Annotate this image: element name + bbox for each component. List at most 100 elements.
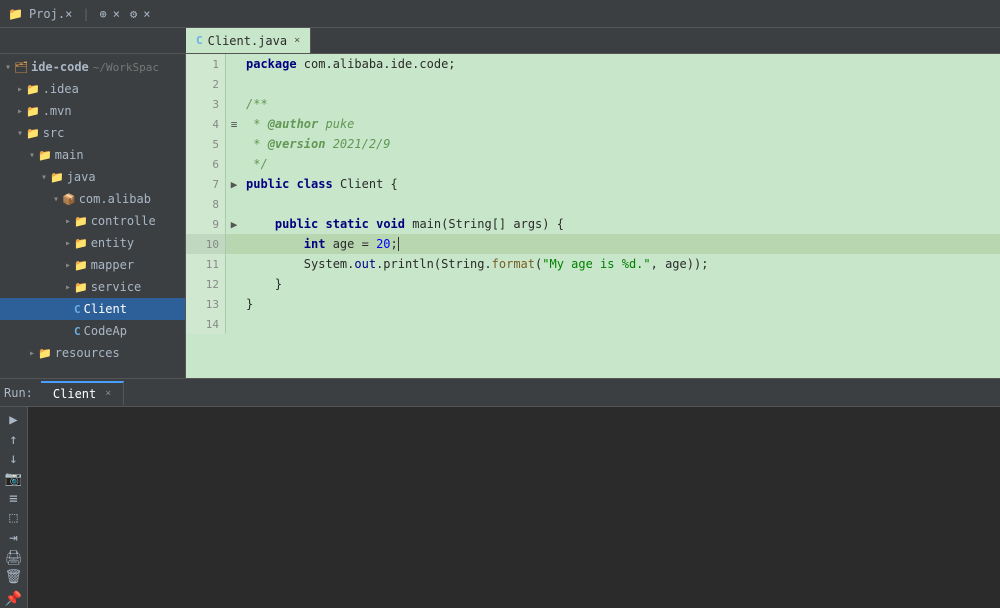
run-btn[interactable]: ▶ xyxy=(2,411,26,429)
bottom-row: ▶ ↑ ↓ 📷 ≡ ⬚ ⇥ 🖨 🗑 📌 xyxy=(0,407,1000,608)
code-line-3: 3 /** xyxy=(186,94,1000,114)
trash-btn[interactable]: 🗑 xyxy=(2,569,26,587)
tree-item-client[interactable]: C Client xyxy=(0,298,185,320)
tree-item-codeapp[interactable]: C CodeAp xyxy=(0,320,185,342)
folder-icon-idea: 📁 xyxy=(26,83,40,96)
tab-client-java[interactable]: C Client.java × xyxy=(186,28,311,53)
pin-btn[interactable]: 📌 xyxy=(2,590,26,608)
line-arrow-12 xyxy=(226,274,242,294)
code-line-13: 13 } xyxy=(186,294,1000,314)
line-arrow-2 xyxy=(226,74,242,94)
code-line-9: 9 ▶ public static void main(String[] arg… xyxy=(186,214,1000,234)
line-arrow-1 xyxy=(226,54,242,74)
folder-icon-main: 📁 xyxy=(38,149,52,162)
arrow-entity: ▸ xyxy=(62,238,74,249)
line-arrow-9[interactable]: ▶ xyxy=(226,214,242,234)
class-icon-client: C xyxy=(74,303,81,316)
line-content-1: package com.alibaba.ide.code; xyxy=(242,54,456,74)
top-bar: 📁 Proj.× | ⊕ × ⚙ × xyxy=(0,0,1000,28)
bottom-tab-client[interactable]: Client × xyxy=(41,381,124,405)
tree-item-idea[interactable]: ▸ 📁 .idea xyxy=(0,78,185,100)
top-x-btn[interactable]: × xyxy=(113,7,120,21)
line-arrow-3 xyxy=(226,94,242,114)
folder-icon-mapper: 📁 xyxy=(74,259,88,272)
tree-item-ide-code[interactable]: ▾ 🗂 ide-code ~/WorkSpac xyxy=(0,56,185,78)
code-line-7: 7 ▶ public class Client { xyxy=(186,174,1000,194)
line-content-2 xyxy=(242,74,246,94)
line-arrow-7[interactable]: ▶ xyxy=(226,174,242,194)
line-content-12: } xyxy=(242,274,282,294)
tree-item-java[interactable]: ▾ 📁 java xyxy=(0,166,185,188)
tree-item-mvn[interactable]: ▸ 📁 .mvn xyxy=(0,100,185,122)
browser-icon[interactable]: ⊕ xyxy=(100,7,107,21)
bottom-panel: Run: Client × ▶ ↑ ↓ 📷 ≡ ⬚ ⇥ 🖨 🗑 📌 xyxy=(0,378,1000,608)
format-btn[interactable]: ≡ xyxy=(2,490,26,508)
code-line-1: 1 package com.alibaba.ide.code; xyxy=(186,54,1000,74)
tree-item-service[interactable]: ▸ 📁 service xyxy=(0,276,185,298)
tree-label-service: service xyxy=(91,280,142,294)
folder-icon-controlle: 📁 xyxy=(74,215,88,228)
line-num-14: 14 xyxy=(186,314,226,334)
line-arrow-14 xyxy=(226,314,242,334)
line-arrow-4: ≡ xyxy=(226,114,242,134)
line-arrow-13 xyxy=(226,294,242,314)
editor-tab-bar: C Client.java × xyxy=(0,28,1000,54)
code-line-10: 10 int age = 20; xyxy=(186,234,1000,254)
line-num-2: 2 xyxy=(186,74,226,94)
code-line-8: 8 xyxy=(186,194,1000,214)
folder-icon-java: 📁 xyxy=(50,171,64,184)
code-line-5: 5 * @version 2021/2/9 xyxy=(186,134,1000,154)
arrow-java: ▾ xyxy=(38,172,50,183)
arrow-service: ▸ xyxy=(62,282,74,293)
code-editor[interactable]: 1 package com.alibaba.ide.code; 2 3 /** … xyxy=(186,54,1000,378)
import-btn[interactable]: ⇥ xyxy=(2,529,26,547)
arrow-mvn: ▸ xyxy=(14,106,26,117)
tree-item-mapper[interactable]: ▸ 📁 mapper xyxy=(0,254,185,276)
line-num-6: 6 xyxy=(186,154,226,174)
tree-item-entity[interactable]: ▸ 📁 entity xyxy=(0,232,185,254)
project-name[interactable]: Proj.× xyxy=(29,7,72,21)
tree-label-java: java xyxy=(67,170,96,184)
tree-item-controlle[interactable]: ▸ 📁 controlle xyxy=(0,210,185,232)
tree-label-resources: resources xyxy=(55,346,120,360)
bottom-tab-bar: Run: Client × xyxy=(0,379,1000,407)
tree-subtitle: ~/WorkSpac xyxy=(93,61,159,74)
tree-item-com-alibab[interactable]: ▾ 📦 com.alibab xyxy=(0,188,185,210)
scroll-down-btn[interactable]: ↓ xyxy=(2,450,26,468)
line-num-9: 9 xyxy=(186,214,226,234)
tree-item-src[interactable]: ▾ 📁 src xyxy=(0,122,185,144)
run-toolbar: ▶ ↑ ↓ 📷 ≡ ⬚ ⇥ 🖨 🗑 📌 xyxy=(0,407,28,608)
folder-icon-src: 📁 xyxy=(26,127,40,140)
tree-item-resources[interactable]: ▸ 📁 resources xyxy=(0,342,185,364)
tree-label-idea: .idea xyxy=(43,82,79,96)
tree-label-controlle: controlle xyxy=(91,214,156,228)
grid-btn[interactable]: ⬚ xyxy=(2,510,26,528)
folder-icon-ide-code: 🗂 xyxy=(14,61,28,74)
settings-icon[interactable]: ⚙ xyxy=(130,7,137,21)
tree-item-main[interactable]: ▾ 📁 main xyxy=(0,144,185,166)
tree-label-src: src xyxy=(43,126,65,140)
print-btn[interactable]: 🖨 xyxy=(2,549,26,567)
line-arrow-8 xyxy=(226,194,242,214)
tab-class-icon: C xyxy=(196,34,203,47)
line-arrow-5 xyxy=(226,134,242,154)
arrow-resources: ▸ xyxy=(26,348,38,359)
run-output[interactable] xyxy=(28,407,1000,608)
line-num-1: 1 xyxy=(186,54,226,74)
line-num-3: 3 xyxy=(186,94,226,114)
tab-close-btn[interactable]: × xyxy=(294,35,300,46)
tree-label-mapper: mapper xyxy=(91,258,134,272)
line-num-12: 12 xyxy=(186,274,226,294)
scroll-up-btn[interactable]: ↑ xyxy=(2,431,26,449)
code-line-2: 2 xyxy=(186,74,1000,94)
text-caret xyxy=(398,237,399,251)
tree-label-entity: entity xyxy=(91,236,134,250)
line-content-11: System.out.println(String.format("My age… xyxy=(242,254,708,274)
top-close-btn[interactable]: × xyxy=(143,7,150,21)
tree-label-main: main xyxy=(55,148,84,162)
tree-label-ide-code: ide-code xyxy=(31,60,89,74)
line-arrow-6 xyxy=(226,154,242,174)
line-arrow-11 xyxy=(226,254,242,274)
arrow-mapper: ▸ xyxy=(62,260,74,271)
bottom-tab-close-btn[interactable]: × xyxy=(105,388,111,399)
